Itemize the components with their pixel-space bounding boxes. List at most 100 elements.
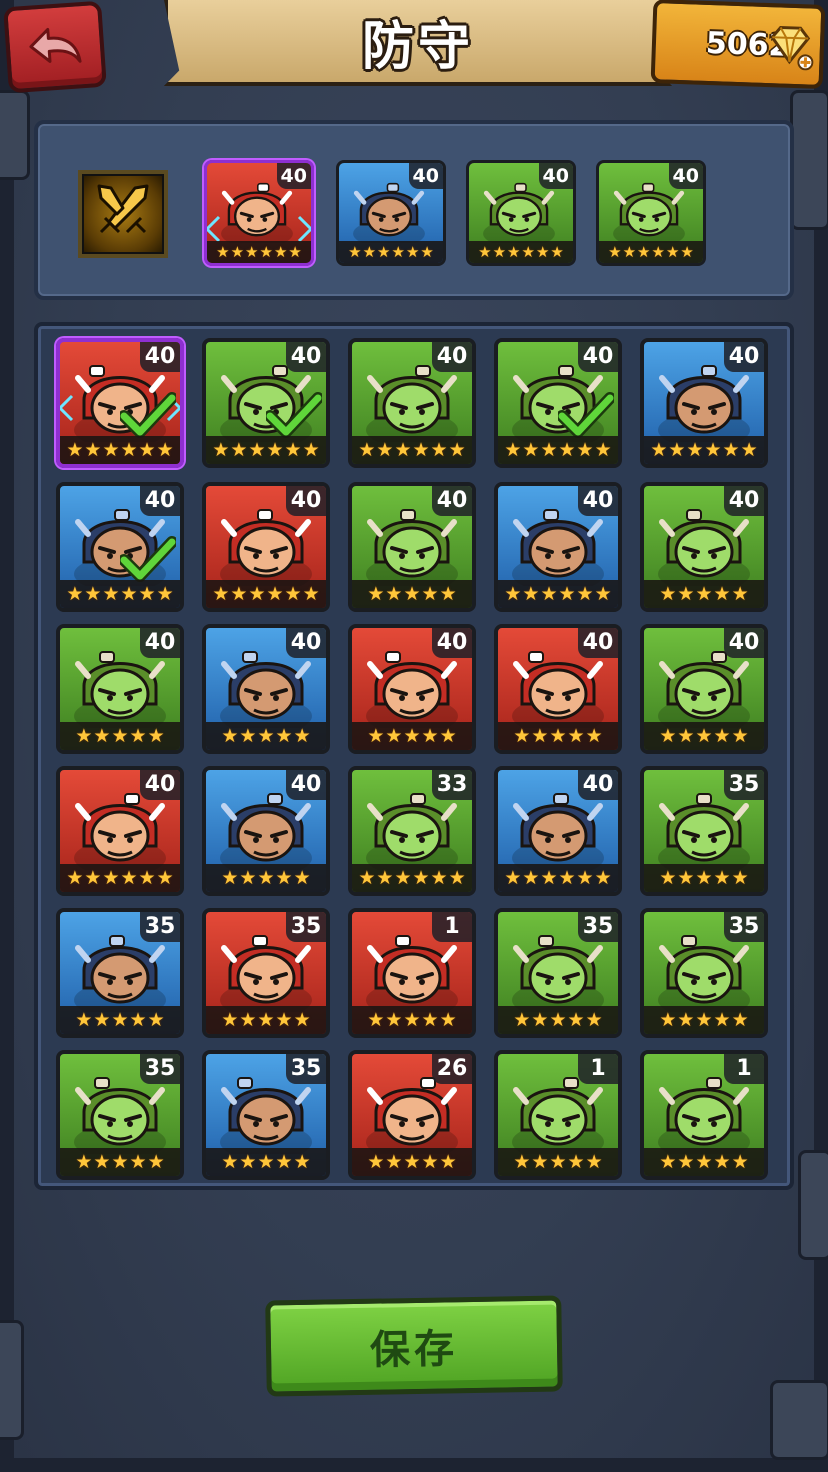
hero-card[interactable]: 40 ★ ★ ★ ★ ★ ★	[640, 338, 768, 468]
star-icon: ★	[594, 867, 612, 889]
star-rating: ★ ★ ★ ★ ★	[352, 580, 472, 608]
hero-card[interactable]: 40 ★ ★ ★ ★ ★ ★	[494, 482, 622, 612]
star-icon: ★	[651, 243, 665, 261]
star-rating: ★ ★ ★ ★ ★	[60, 1006, 180, 1034]
star-icon: ★	[293, 867, 311, 889]
hero-card[interactable]: 40 ★ ★ ★ ★ ★ ★	[202, 338, 330, 468]
hero-card[interactable]: 40 ★ ★ ★ ★ ★ ★	[56, 338, 184, 468]
star-icon: ★	[385, 1151, 403, 1173]
team-slot[interactable]: 40 ★ ★ ★ ★ ★ ★	[596, 160, 706, 266]
hero-portrait	[658, 935, 750, 1012]
hero-card[interactable]: 1 ★ ★ ★ ★ ★	[494, 1050, 622, 1180]
hero-portrait	[512, 935, 604, 1012]
star-icon: ★	[75, 1009, 93, 1031]
hero-card[interactable]: 40 ★ ★ ★ ★ ★ ★	[56, 766, 184, 896]
star-rating: ★ ★ ★ ★ ★ ★	[206, 436, 326, 464]
hero-level: 35	[578, 912, 618, 942]
star-icon: ★	[513, 1009, 531, 1031]
star-icon: ★	[448, 439, 466, 461]
star-icon: ★	[695, 867, 713, 889]
hero-level: 40	[538, 163, 573, 189]
hero-card[interactable]: 40 ★ ★ ★ ★ ★ ★	[202, 482, 330, 612]
hero-card[interactable]: 35 ★ ★ ★ ★ ★	[640, 766, 768, 896]
hero-card[interactable]: 35 ★ ★ ★ ★ ★	[202, 1050, 330, 1180]
hero-portrait	[220, 1077, 312, 1154]
star-icon: ★	[576, 439, 594, 461]
star-icon: ★	[531, 1151, 549, 1173]
star-icon: ★	[394, 439, 412, 461]
star-icon: ★	[713, 1151, 731, 1173]
hero-card[interactable]: 40 ★ ★ ★ ★ ★	[640, 482, 768, 612]
hero-card[interactable]: 40 ★ ★ ★ ★ ★	[202, 624, 330, 754]
hero-level: 40	[408, 163, 443, 189]
star-icon: ★	[111, 1009, 129, 1031]
star-rating: ★ ★ ★ ★ ★ ★	[60, 436, 180, 464]
star-icon: ★	[93, 1009, 111, 1031]
hero-card[interactable]: 26 ★ ★ ★ ★ ★	[348, 1050, 476, 1180]
hero-level: 40	[578, 770, 618, 800]
check-icon	[120, 536, 176, 582]
star-icon: ★	[376, 439, 394, 461]
crossed-swords-icon	[97, 184, 149, 234]
star-icon: ★	[358, 867, 376, 889]
hero-card[interactable]: 35 ★ ★ ★ ★ ★	[640, 908, 768, 1038]
hero-card[interactable]: 35 ★ ★ ★ ★ ★	[202, 908, 330, 1038]
star-icon: ★	[111, 725, 129, 747]
skill-slot[interactable]	[78, 170, 168, 258]
hero-level: 1	[578, 1054, 618, 1084]
star-icon: ★	[567, 1151, 585, 1173]
star-icon: ★	[385, 583, 403, 605]
star-icon: ★	[420, 243, 434, 261]
hero-card[interactable]: 40 ★ ★ ★ ★ ★ ★	[494, 766, 622, 896]
star-icon: ★	[239, 1151, 257, 1173]
hero-card[interactable]: 40 ★ ★ ★ ★ ★	[640, 624, 768, 754]
hero-portrait	[220, 651, 312, 728]
star-icon: ★	[75, 1151, 93, 1173]
star-icon: ★	[257, 867, 275, 889]
hero-card[interactable]: 40 ★ ★ ★ ★ ★	[348, 624, 476, 754]
gem-counter[interactable]: 5062	[650, 0, 826, 89]
hero-level: 40	[286, 770, 326, 800]
star-icon: ★	[221, 1151, 239, 1173]
team-slot[interactable]: 40 ★ ★ ★ ★ ★ ★	[204, 160, 314, 266]
star-icon: ★	[216, 243, 230, 261]
star-rating: ★ ★ ★ ★ ★	[352, 1148, 472, 1176]
hero-card[interactable]: 40 ★ ★ ★ ★ ★ ★	[494, 338, 622, 468]
star-icon: ★	[430, 867, 448, 889]
star-rating: ★ ★ ★ ★ ★	[644, 1006, 764, 1034]
hero-card[interactable]: 40 ★ ★ ★ ★ ★ ★	[348, 338, 476, 468]
team-slot[interactable]: 40 ★ ★ ★ ★ ★ ★	[336, 160, 446, 266]
hero-level: 33	[432, 770, 472, 800]
star-icon: ★	[421, 1151, 439, 1173]
hero-card[interactable]: 35 ★ ★ ★ ★ ★	[56, 908, 184, 1038]
star-icon: ★	[421, 583, 439, 605]
star-icon: ★	[608, 243, 622, 261]
team-slot[interactable]: 40 ★ ★ ★ ★ ★ ★	[466, 160, 576, 266]
star-icon: ★	[405, 243, 420, 261]
star-icon: ★	[362, 243, 377, 261]
star-rating: ★ ★ ★ ★ ★ ★	[339, 241, 443, 263]
hero-card[interactable]: 40 ★ ★ ★ ★ ★	[202, 766, 330, 896]
arrow-right-icon	[297, 215, 311, 243]
star-icon: ★	[275, 1151, 293, 1173]
star-icon: ★	[430, 439, 448, 461]
star-rating: ★ ★ ★ ★ ★	[498, 722, 618, 750]
hero-card[interactable]: 1 ★ ★ ★ ★ ★	[640, 1050, 768, 1180]
hero-card[interactable]: 40 ★ ★ ★ ★ ★	[56, 624, 184, 754]
hero-card[interactable]: 33 ★ ★ ★ ★ ★ ★	[348, 766, 476, 896]
hero-card[interactable]: 1 ★ ★ ★ ★ ★	[348, 908, 476, 1038]
save-button[interactable]: 保存	[265, 1295, 563, 1397]
hero-card[interactable]: 35 ★ ★ ★ ★ ★	[494, 908, 622, 1038]
star-icon: ★	[129, 1009, 147, 1031]
hero-portrait	[658, 793, 750, 870]
hero-card[interactable]: 40 ★ ★ ★ ★ ★	[494, 624, 622, 754]
hero-card[interactable]: 40 ★ ★ ★ ★ ★	[348, 482, 476, 612]
star-icon: ★	[522, 439, 540, 461]
hero-card[interactable]: 35 ★ ★ ★ ★ ★	[56, 1050, 184, 1180]
star-icon: ★	[348, 243, 362, 261]
star-icon: ★	[138, 583, 156, 605]
hero-card[interactable]: 40 ★ ★ ★ ★ ★ ★	[56, 482, 184, 612]
back-button[interactable]	[3, 0, 107, 94]
hero-level: 40	[668, 163, 703, 189]
hero-level: 35	[140, 912, 180, 942]
